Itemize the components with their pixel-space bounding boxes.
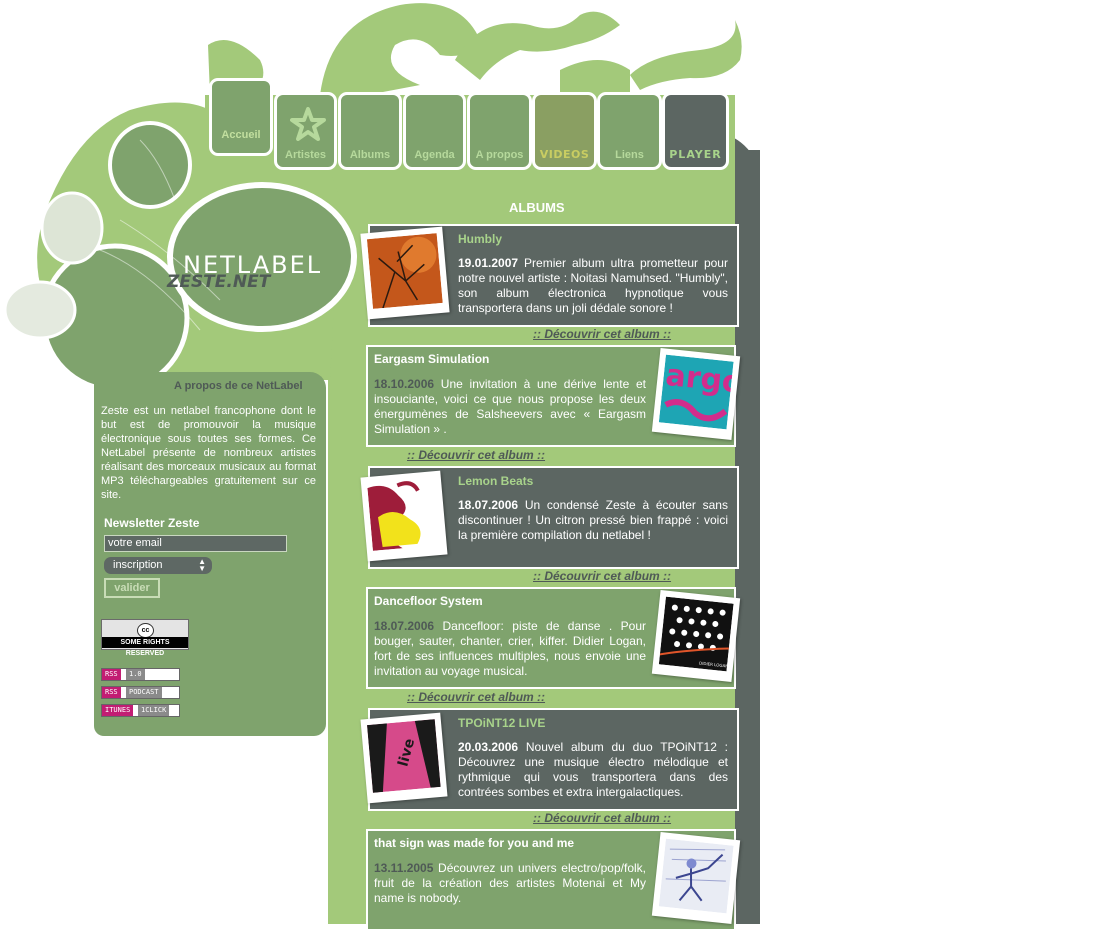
album-cover-dancefloor[interactable]: DIDIER LOGAN [651, 590, 741, 682]
badge-left: ITUNES [102, 705, 134, 716]
discover-album-link[interactable]: :: Découvrir cet album :: [533, 327, 671, 341]
tab-albums-label: Albums [349, 149, 391, 161]
album-description: 18.07.2006 Un condensé Zeste à écouter s… [458, 498, 728, 543]
rss-feed-badge[interactable]: RSS 1.0 [101, 668, 180, 681]
album-description: 20.03.2006 Nouvel album du duo TPOiNT12 … [458, 740, 728, 800]
star-icon [290, 107, 326, 141]
itunes-badge[interactable]: ITUNES 1CLICK [101, 704, 180, 717]
discover-album-link[interactable]: :: Découvrir cet album :: [533, 811, 671, 825]
tab-artistes-label: Artistes [285, 149, 326, 161]
badge-right: 1CLICK [138, 705, 170, 716]
about-title: A propos de ce NetLabel [174, 380, 303, 392]
tab-albums[interactable]: Albums [338, 92, 402, 170]
album-date: 20.03.2006 [458, 740, 519, 754]
newsletter-select[interactable]: inscription ▲ ▼ [104, 557, 212, 574]
album-cover-tpoint12[interactable]: live [360, 712, 448, 804]
logo-zeste: ZESTE.NET [167, 272, 271, 292]
album-description: 18.10.2006 Une invitation à une dérive l… [374, 377, 646, 437]
album-description: 19.01.2007 Premier album ultra prometteu… [458, 256, 728, 316]
tab-agenda[interactable]: Agenda [403, 92, 466, 170]
tab-liens[interactable]: Liens [597, 92, 662, 170]
album-date: 18.07.2006 [458, 498, 519, 512]
album-title[interactable]: that sign was made for you and me [374, 836, 574, 850]
newsletter-email-field[interactable]: votre email [104, 535, 287, 552]
newsletter-title: Newsletter Zeste [104, 516, 200, 530]
newsletter-select-value: inscription [113, 559, 163, 571]
badge-left: RSS [102, 669, 121, 680]
tab-player-label: PLAYER [669, 148, 722, 161]
podcast-badge[interactable]: RSS PODCAST [101, 686, 180, 699]
album-description: 18.07.2006 Dancefloor: piste de danse . … [374, 619, 646, 679]
discover-album-link[interactable]: :: Découvrir cet album :: [407, 690, 545, 704]
tab-a-propos-label: A propos [475, 149, 524, 161]
tab-agenda-label: Agenda [414, 149, 455, 161]
album-cover-humbly[interactable] [360, 226, 450, 320]
tab-accueil[interactable]: Accueil [209, 78, 273, 156]
album-date: 18.10.2006 [374, 377, 435, 391]
album-cover-eargasm[interactable]: argo [651, 348, 741, 440]
cc-badge-text: SOME RIGHTS RESERVED [102, 637, 188, 657]
album-date: 13.11.2005 [374, 861, 434, 875]
validate-button[interactable]: valider [104, 578, 160, 598]
updown-arrows-icon: ▲ ▼ [198, 557, 206, 573]
tab-videos[interactable]: VIDEOS [532, 92, 597, 170]
cc-logo: cc [137, 623, 154, 638]
album-description: 13.11.2005 Découvrez un univers electro/… [374, 861, 646, 906]
album-title[interactable]: TPOiNT12 LIVE [458, 716, 545, 730]
discover-album-link[interactable]: :: Découvrir cet album :: [407, 448, 545, 462]
tab-artistes[interactable]: Artistes [274, 92, 337, 170]
tab-player[interactable]: PLAYER [662, 92, 729, 170]
album-title[interactable]: Dancefloor System [374, 594, 483, 608]
badge-right: PODCAST [126, 687, 162, 698]
tab-liens-label: Liens [615, 149, 644, 161]
badge-right: 1.0 [126, 669, 145, 680]
discover-album-link[interactable]: :: Découvrir cet album :: [533, 569, 671, 583]
album-date: 18.07.2006 [374, 619, 435, 633]
album-title[interactable]: Lemon Beats [458, 474, 533, 488]
about-text: Zeste est un netlabel francophone dont l… [101, 405, 316, 501]
tab-videos-label: VIDEOS [539, 148, 590, 161]
album-title[interactable]: Eargasm Simulation [374, 352, 489, 366]
tab-a-propos[interactable]: A propos [467, 92, 532, 170]
creative-commons-badge[interactable]: cc SOME RIGHTS RESERVED [101, 619, 189, 657]
badge-left: RSS [102, 687, 121, 698]
album-date: 19.01.2007 [458, 256, 519, 270]
tab-accueil-label: Accueil [221, 129, 261, 141]
page-title: ALBUMS [509, 200, 565, 215]
album-cover-lemon-beats[interactable] [360, 470, 448, 562]
album-cover-that-sign[interactable] [651, 832, 741, 924]
album-title[interactable]: Humbly [458, 232, 502, 246]
